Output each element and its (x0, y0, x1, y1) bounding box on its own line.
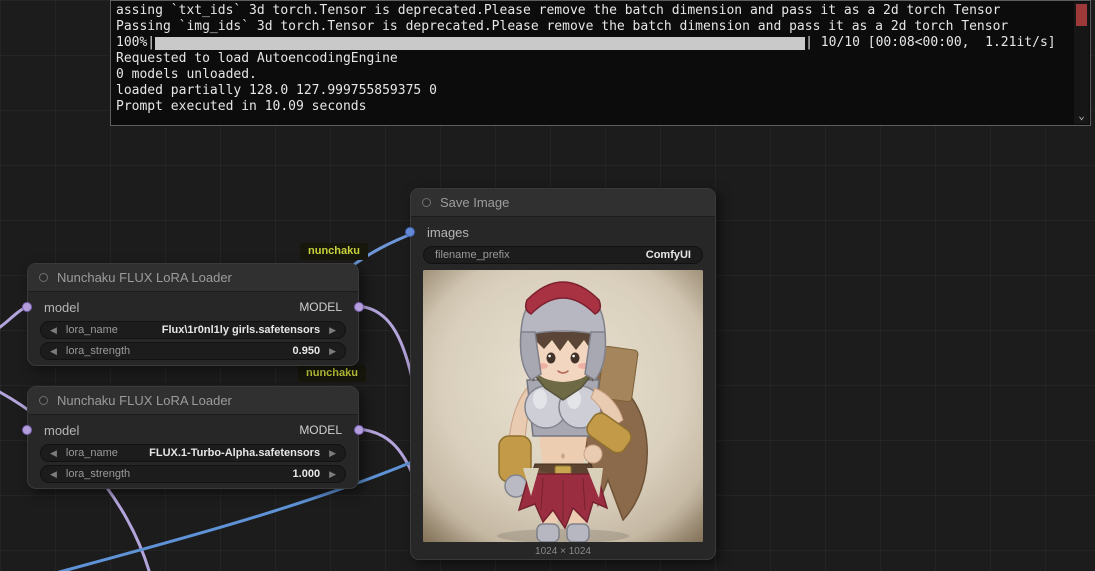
collapse-dot[interactable] (422, 198, 431, 207)
slot-row-model: model MODEL (22, 419, 364, 441)
arrow-right-icon[interactable]: ▶ (329, 325, 336, 336)
widget-filename-prefix[interactable]: filename_prefix ComfyUI (423, 246, 703, 264)
widget-value: 1.000 (292, 468, 321, 480)
scrollbar-thumb[interactable] (1076, 4, 1087, 26)
console-line: 0 models unloaded. (116, 67, 257, 82)
widget-lora-strength[interactable]: ◀ lora_strength 0.950 ▶ (40, 342, 346, 360)
output-slot-model[interactable] (354, 425, 364, 435)
arrow-left-icon[interactable]: ◀ (50, 325, 57, 336)
node-nunchaku-flux-lora-loader-2[interactable]: Nunchaku FLUX LoRA Loader model MODEL ◀ … (22, 386, 364, 489)
widget-label: lora_name (65, 447, 118, 459)
widget-label: lora_name (65, 324, 118, 336)
widget-label: filename_prefix (435, 249, 510, 261)
node-header[interactable]: Nunchaku FLUX LoRA Loader (28, 264, 358, 292)
arrow-right-icon[interactable]: ▶ (329, 469, 336, 480)
node-save-image[interactable]: Save Image images filename_prefix ComfyU… (405, 188, 716, 560)
input-slot-label: model (44, 299, 80, 315)
widget-value: 0.950 (292, 345, 321, 357)
widget-value: Flux\1r0nl1ly girls.safetensors (161, 324, 321, 336)
arrow-left-icon[interactable]: ◀ (50, 448, 57, 459)
progress-suffix: | 10/10 [00:08<00:00, 1.21it/s] (805, 35, 1056, 50)
console-line: Passing `img_ids` 3d torch.Tensor is dep… (116, 19, 1009, 34)
widget-value: FLUX.1-Turbo-Alpha.safetensors (149, 447, 321, 459)
arrow-right-icon[interactable]: ▶ (329, 346, 336, 357)
widget-label: lora_strength (65, 468, 131, 480)
output-slot-label: MODEL (299, 300, 342, 314)
node-nunchaku-flux-lora-loader-1[interactable]: Nunchaku FLUX LoRA Loader model MODEL ◀ … (22, 263, 364, 366)
input-slot-model[interactable] (22, 302, 32, 312)
input-slot-label: model (44, 422, 80, 438)
knight-girl-illustration (423, 270, 703, 542)
slot-row-model: model MODEL (22, 296, 364, 318)
node-header[interactable]: Save Image (411, 189, 715, 217)
node-badge-nunchaku: nunchaku (298, 365, 366, 382)
collapse-dot[interactable] (39, 273, 48, 282)
node-header[interactable]: Nunchaku FLUX LoRA Loader (28, 387, 358, 415)
arrow-left-icon[interactable]: ◀ (50, 346, 57, 357)
progress-bar-fill (155, 36, 806, 50)
arrow-right-icon[interactable]: ▶ (329, 448, 336, 459)
arrow-left-icon[interactable]: ◀ (50, 469, 57, 480)
output-slot-label: MODEL (299, 423, 342, 437)
widget-value: ComfyUI (645, 249, 691, 261)
widget-lora-strength[interactable]: ◀ lora_strength 1.000 ▶ (40, 465, 346, 483)
node-title: Save Image (440, 195, 510, 210)
widget-lora-name[interactable]: ◀ lora_name Flux\1r0nl1ly girls.safetens… (40, 321, 346, 339)
node-badge-nunchaku: nunchaku (300, 243, 368, 260)
scroll-down-arrow-icon[interactable]: ⌄ (1074, 110, 1089, 124)
console-line: Requested to load AutoencodingEngine (116, 51, 398, 66)
console-line: loaded partially 128.0 127.999755859375 … (116, 83, 437, 98)
input-slot-label: images (427, 224, 469, 240)
node-graph-canvas[interactable]: assing `txt_ids` 3d torch.Tensor is depr… (0, 0, 1095, 571)
slot-row-images: images (405, 221, 715, 243)
widget-lora-name[interactable]: ◀ lora_name FLUX.1-Turbo-Alpha.safetenso… (40, 444, 346, 462)
console-log-panel: assing `txt_ids` 3d torch.Tensor is depr… (110, 0, 1091, 126)
console-scrollbar[interactable]: ⌄ (1074, 2, 1089, 124)
console-line: assing `txt_ids` 3d torch.Tensor is depr… (116, 3, 1001, 18)
node-title: Nunchaku FLUX LoRA Loader (57, 393, 232, 408)
widget-label: lora_strength (65, 345, 131, 357)
generated-image-preview[interactable] (423, 270, 703, 542)
node-title: Nunchaku FLUX LoRA Loader (57, 270, 232, 285)
progress-prefix: 100%| (116, 35, 156, 50)
collapse-dot[interactable] (39, 396, 48, 405)
input-slot-images[interactable] (405, 227, 415, 237)
console-line: Prompt executed in 10.09 seconds (116, 99, 367, 114)
output-slot-model[interactable] (354, 302, 364, 312)
image-resolution-caption: 1024 × 1024 (535, 546, 591, 557)
progress-line: 100%| | 10/10 [00:08<00:00, 1.21it/s] (116, 35, 1070, 51)
input-slot-model[interactable] (22, 425, 32, 435)
